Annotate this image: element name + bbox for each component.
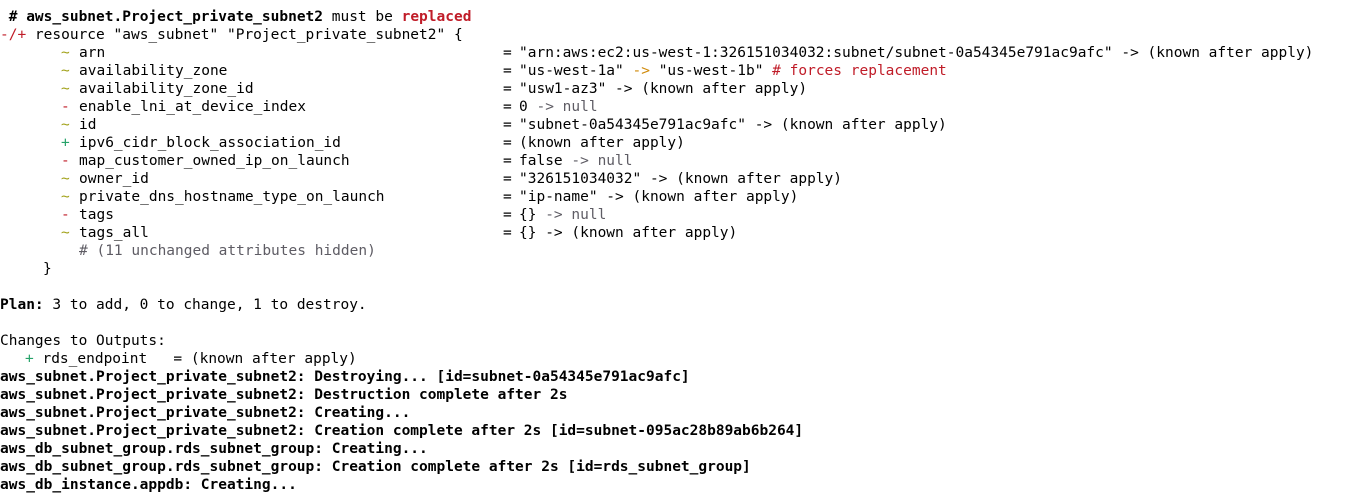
remove-symbol: - bbox=[61, 207, 70, 223]
attribute-equals: = bbox=[503, 189, 512, 205]
attribute-row: - map_customer_owned_ip_on_launch = fals… bbox=[0, 152, 1361, 170]
attribute-equals: = bbox=[503, 135, 512, 151]
header-prefix: # bbox=[0, 9, 27, 25]
attribute-row: - enable_lni_at_device_index = 0 -> null bbox=[0, 98, 1361, 116]
attribute-name: tags_all bbox=[79, 225, 149, 241]
attribute-value: "326151034032" -> (known after apply) bbox=[519, 171, 843, 187]
attribute-value: {} -> null bbox=[519, 206, 606, 224]
old-value: false bbox=[519, 153, 563, 169]
attribute-name: map_customer_owned_ip_on_launch bbox=[79, 153, 350, 169]
attribute-value: {} -> (known after apply) bbox=[519, 225, 738, 241]
change-symbol: ~ bbox=[61, 189, 70, 205]
attribute-equals: = bbox=[503, 45, 512, 61]
old-value: {} bbox=[519, 207, 537, 223]
attribute-value: "ip-name" -> (known after apply) bbox=[519, 189, 799, 205]
log-line: aws_subnet.Project_private_subnet2: Crea… bbox=[0, 423, 804, 439]
attribute-equals: = bbox=[503, 81, 512, 97]
attribute-value: "subnet-0a54345e791ac9afc" -> (known aft… bbox=[519, 117, 947, 133]
attribute-name: tags bbox=[79, 207, 114, 223]
change-symbol: ~ bbox=[61, 117, 70, 133]
output-row: + rds_endpoint = (known after apply) bbox=[25, 350, 357, 368]
replace-symbol: -/+ bbox=[0, 27, 27, 43]
attribute-name: owner_id bbox=[79, 171, 149, 187]
change-symbol: ~ bbox=[61, 225, 70, 241]
null-result: -> null bbox=[536, 207, 607, 223]
log-line: aws_db_subnet_group.rds_subnet_group: Cr… bbox=[0, 459, 751, 475]
null-result: -> null bbox=[527, 99, 598, 115]
log-line: aws_db_instance.appdb: Creating... bbox=[0, 477, 297, 493]
attribute-row: ~ private_dns_hostname_type_on_launch = … bbox=[0, 188, 1361, 206]
attribute-row: ~ availability_zone = "us-west-1a" -> "u… bbox=[0, 62, 1361, 80]
log-line: aws_subnet.Project_private_subnet2: Crea… bbox=[0, 405, 411, 421]
attribute-name: id bbox=[79, 117, 97, 133]
attribute-row: - tags = {} -> null bbox=[0, 206, 1361, 224]
change-symbol: ~ bbox=[61, 63, 70, 79]
attribute-row: ~ tags_all = {} -> (known after apply) bbox=[0, 224, 1361, 242]
forces-replacement-comment: # forces replacement bbox=[763, 63, 947, 79]
resource-close-brace: } bbox=[43, 261, 52, 277]
attribute-row: ~ owner_id = "326151034032" -> (known af… bbox=[0, 170, 1361, 188]
resource-declaration: resource "aws_subnet" "Project_private_s… bbox=[26, 27, 463, 43]
attribute-row: + ipv6_cidr_block_association_id = (know… bbox=[0, 134, 1361, 152]
old-value: 0 bbox=[519, 99, 528, 115]
attribute-row: ~ availability_zone_id = "usw1-az3" -> (… bbox=[0, 80, 1361, 98]
hidden-note-text: # (11 unchanged attributes hidden) bbox=[79, 243, 376, 259]
remove-symbol: - bbox=[61, 153, 70, 169]
hidden-attributes-note: # (11 unchanged attributes hidden) bbox=[0, 242, 1361, 260]
attribute-name: private_dns_hostname_type_on_launch bbox=[79, 189, 385, 205]
log-line: aws_subnet.Project_private_subnet2: Dest… bbox=[0, 369, 690, 385]
add-symbol: + bbox=[61, 135, 70, 151]
header-resource: aws_subnet.Project_private_subnet2 bbox=[26, 9, 324, 25]
replace-header-line: # aws_subnet.Project_private_subnet2 mus… bbox=[0, 8, 472, 26]
new-value: "us-west-1b" bbox=[658, 63, 764, 79]
null-result: -> null bbox=[562, 153, 633, 169]
attribute-row: ~ id = "subnet-0a54345e791ac9afc" -> (kn… bbox=[0, 116, 1361, 134]
header-action: replaced bbox=[401, 9, 472, 25]
attribute-equals: = bbox=[503, 117, 512, 133]
change-symbol: ~ bbox=[61, 45, 70, 61]
old-value: "us-west-1a" bbox=[519, 63, 624, 79]
remove-symbol: - bbox=[61, 99, 70, 115]
plan-summary-line: Plan: 3 to add, 0 to change, 1 to destro… bbox=[0, 296, 367, 314]
plan-label: Plan: bbox=[0, 297, 44, 313]
attribute-equals: = bbox=[503, 171, 512, 187]
attribute-name: availability_zone bbox=[79, 63, 228, 79]
attribute-row: ~ arn = "arn:aws:ec2:us-west-1:326151034… bbox=[0, 44, 1361, 62]
plan-text: 3 to add, 0 to change, 1 to destroy. bbox=[43, 297, 367, 313]
log-line: aws_db_subnet_group.rds_subnet_group: Cr… bbox=[0, 441, 428, 457]
attribute-name: enable_lni_at_device_index bbox=[79, 99, 306, 115]
outputs-heading: Changes to Outputs: bbox=[0, 333, 166, 349]
terminal-window[interactable]: # aws_subnet.Project_private_subnet2 mus… bbox=[0, 0, 1361, 498]
attribute-value: false -> null bbox=[519, 152, 633, 170]
attribute-equals: = bbox=[503, 63, 512, 79]
attribute-equals: = bbox=[503, 225, 512, 241]
resource-open-line: -/+ resource "aws_subnet" "Project_priva… bbox=[0, 26, 463, 44]
change-symbol: ~ bbox=[61, 81, 70, 97]
change-symbol: ~ bbox=[61, 171, 70, 187]
attribute-value: "arn:aws:ec2:us-west-1:326151034032:subn… bbox=[519, 45, 1314, 61]
add-symbol: + bbox=[25, 351, 34, 367]
attribute-value: 0 -> null bbox=[519, 98, 598, 116]
attribute-value: "us-west-1a" -> "us-west-1b" # forces re… bbox=[519, 62, 947, 80]
attribute-name: arn bbox=[79, 45, 106, 61]
output-text: rds_endpoint = (known after apply) bbox=[33, 351, 357, 367]
attribute-name: availability_zone_id bbox=[79, 81, 254, 97]
attribute-equals: = bbox=[503, 153, 512, 169]
attribute-equals: = bbox=[503, 99, 512, 115]
change-arrow: -> bbox=[623, 63, 659, 79]
attribute-equals: = bbox=[503, 207, 512, 223]
header-middle: must be bbox=[323, 9, 402, 25]
attribute-value: "usw1-az3" -> (known after apply) bbox=[519, 81, 808, 97]
log-line: aws_subnet.Project_private_subnet2: Dest… bbox=[0, 387, 568, 403]
attribute-name: ipv6_cidr_block_association_id bbox=[79, 135, 341, 151]
attribute-value: (known after apply) bbox=[519, 135, 685, 151]
